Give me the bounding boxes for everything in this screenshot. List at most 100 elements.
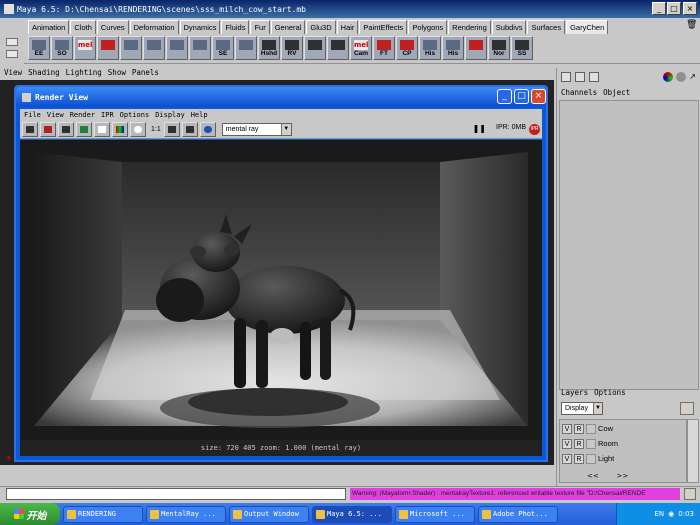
shelf-tool-button[interactable]	[304, 36, 326, 60]
close-button[interactable]: ×	[683, 2, 697, 15]
shelf-tab-garychen[interactable]: GaryChen	[566, 20, 609, 34]
render-image-canvas[interactable]	[20, 140, 542, 440]
color-wheel-icon[interactable]	[663, 72, 674, 82]
ipr-render-icon[interactable]	[76, 122, 92, 137]
shelf-tab-deformation[interactable]: Deformation	[129, 20, 179, 34]
channel-box-icon[interactable]	[561, 72, 571, 82]
layer-visibility-toggle[interactable]: V	[562, 438, 572, 449]
shelf-tool-button[interactable]: mel Cam	[350, 36, 372, 60]
shelf-tool-button[interactable]: SS	[511, 36, 533, 60]
trash-icon[interactable]: 🗑	[686, 20, 697, 32]
shelf-tab-fur[interactable]: Fur	[250, 20, 270, 34]
shelf-tab-animation[interactable]: Animation	[28, 20, 70, 34]
panel-menu-shading[interactable]: Shading	[28, 68, 60, 80]
shelf-tool-button[interactable]: Nor	[488, 36, 510, 60]
shelf-tool-button[interactable]: EE	[28, 36, 50, 60]
shelf-tab-curves[interactable]: Curves	[96, 20, 129, 34]
layer-scrollbar[interactable]	[687, 419, 699, 483]
shelf-tab-polygons[interactable]: Polygons	[408, 20, 448, 34]
sphere-icon[interactable]	[676, 72, 687, 82]
maximize-button[interactable]: □	[667, 2, 681, 15]
shelf-tool-button[interactable]	[120, 36, 142, 60]
shelf-tool-button[interactable]: FT	[373, 36, 395, 60]
layer-row[interactable]: V R Cow	[560, 422, 686, 435]
rv-close-button[interactable]: ×	[531, 89, 546, 104]
taskbar-button[interactable]: Output Window	[229, 505, 309, 523]
rv-menu-options[interactable]: Options	[120, 109, 150, 121]
rv-maximize-button[interactable]: □	[514, 89, 529, 104]
rv-minimize-button[interactable]: _	[497, 89, 512, 104]
start-button[interactable]: 开始	[0, 503, 60, 525]
layer-color-swatch[interactable]	[586, 453, 596, 464]
shelf-tab-glu3d[interactable]: Glu3D	[306, 20, 336, 34]
layer-row[interactable]: V R Light	[560, 452, 686, 465]
layer-type-select[interactable]: Display ▼	[561, 402, 603, 415]
language-indicator[interactable]: EN	[654, 510, 664, 518]
new-layer-icon[interactable]	[680, 402, 694, 415]
shelf-tab-fluids[interactable]: Fluids	[221, 20, 250, 34]
rgb-channel-icon[interactable]	[112, 122, 128, 137]
shelf-tab-dynamics[interactable]: Dynamics	[179, 20, 221, 34]
ratio-label[interactable]: 1:1	[151, 126, 161, 133]
layer-color-swatch[interactable]	[586, 438, 596, 449]
remove-image-icon[interactable]	[181, 122, 198, 137]
shelf-tab-painteffects[interactable]: PaintEffects	[359, 20, 408, 34]
scroll-arrows-icon[interactable]: << >>	[587, 472, 628, 480]
rv-menu-view[interactable]: View	[47, 109, 64, 121]
keep-image-in-view-icon[interactable]	[163, 122, 180, 137]
layer-reference-toggle[interactable]: R	[574, 423, 584, 434]
tray-icon[interactable]: ◉	[668, 510, 674, 518]
shelf-tool-button[interactable]: His	[419, 36, 441, 60]
tool-settings-icon[interactable]	[589, 72, 599, 82]
taskbar-button[interactable]: Maya 6.5: ...	[312, 505, 392, 523]
minimize-button[interactable]: _	[652, 2, 666, 15]
shelf-tool-button[interactable]	[97, 36, 119, 60]
shelf-tab-surfaces[interactable]: Surfaces	[527, 20, 566, 34]
renderer-select[interactable]: mental ray ▼	[221, 123, 292, 136]
layer-options-menu[interactable]: Options	[594, 388, 626, 400]
taskbar-button[interactable]: MentalRay ...	[146, 505, 226, 523]
layer-reference-toggle[interactable]: R	[574, 438, 584, 449]
layer-visibility-toggle[interactable]: V	[562, 423, 572, 434]
shelf-editor-button[interactable]	[6, 50, 18, 58]
shelf-tool-button[interactable]: RV	[281, 36, 303, 60]
shelf-tool-button[interactable]	[235, 36, 257, 60]
rv-menu-file[interactable]: File	[24, 109, 41, 121]
shelf-tool-button[interactable]	[465, 36, 487, 60]
shelf-tab-general[interactable]: General	[270, 20, 306, 34]
rv-menu-help[interactable]: Help	[191, 109, 208, 121]
layer-visibility-toggle[interactable]: V	[562, 453, 572, 464]
shelf-tab-subdivs[interactable]: Subdivs	[491, 20, 527, 34]
taskbar-button[interactable]: Adobe Phot...	[478, 505, 558, 523]
shelf-tool-button[interactable]: Hshd	[258, 36, 280, 60]
render-globals-icon[interactable]	[199, 122, 216, 137]
layer-row[interactable]: V R Room	[560, 437, 686, 450]
shelf-tool-button[interactable]: SE	[212, 36, 234, 60]
shelf-tool-button[interactable]	[189, 36, 211, 60]
render-frame-icon[interactable]	[22, 122, 38, 137]
taskbar-button[interactable]: Microsoft ...	[395, 505, 475, 523]
panel-menu-lighting[interactable]: Lighting	[66, 68, 102, 80]
rv-menu-ipr[interactable]: IPR	[101, 109, 114, 121]
shelf-tool-button[interactable]: CP	[396, 36, 418, 60]
panel-menu-view[interactable]: View	[4, 68, 22, 80]
render-view-title-bar[interactable]: Render View _ □ ×	[16, 87, 546, 107]
rv-menu-render[interactable]: Render	[70, 109, 95, 121]
script-editor-button[interactable]	[684, 488, 696, 500]
shelf-tab-cloth[interactable]: Cloth	[70, 20, 96, 34]
pin-icon[interactable]: ↗	[689, 72, 696, 82]
taskbar-button[interactable]: RENDERING	[63, 505, 143, 523]
shelf-tool-button[interactable]	[143, 36, 165, 60]
shelf-tab-menu-button[interactable]	[6, 38, 18, 46]
object-menu[interactable]: Object	[603, 88, 630, 100]
rv-menu-display[interactable]: Display	[155, 109, 185, 121]
layers-menu[interactable]: Layers	[561, 388, 588, 400]
ipr-stop-button[interactable]: IPR	[529, 124, 540, 135]
shelf-tool-button[interactable]: His	[442, 36, 464, 60]
shelf-tab-rendering[interactable]: Rendering	[448, 20, 491, 34]
snapshot-icon[interactable]	[58, 122, 74, 137]
alpha-channel-icon[interactable]	[130, 122, 146, 137]
panel-menu-panels[interactable]: Panels	[132, 68, 159, 80]
attribute-editor-icon[interactable]	[575, 72, 585, 82]
render-region-icon[interactable]	[40, 122, 56, 137]
